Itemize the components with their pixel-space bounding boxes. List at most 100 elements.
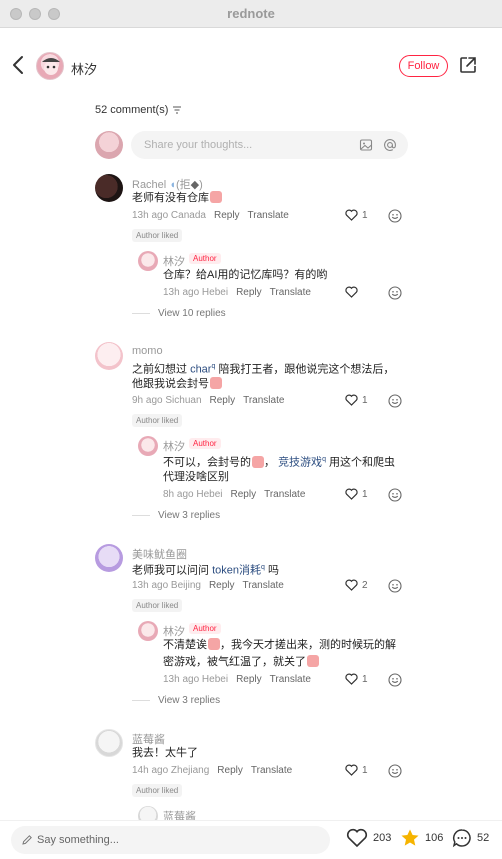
comment-username[interactable]: momo: [132, 345, 163, 357]
say-something-input[interactable]: Say something...: [11, 826, 330, 854]
reply-button[interactable]: Reply: [236, 287, 262, 298]
emoji-icon[interactable]: [388, 488, 402, 502]
heart-icon: [345, 488, 358, 500]
comment-text: 我去！太牛了: [132, 747, 198, 759]
like-count: 1: [362, 488, 368, 500]
comment-count-row[interactable]: 52 comment(s): [95, 104, 182, 116]
comment-avatar[interactable]: [95, 729, 123, 757]
reply-like-button[interactable]: 1: [345, 673, 368, 685]
translate-button[interactable]: Translate: [243, 395, 284, 406]
post-like-count: 203: [373, 832, 392, 844]
like-count: 1: [362, 209, 368, 221]
translate-button[interactable]: Translate: [251, 765, 292, 776]
comment-avatar[interactable]: [95, 342, 123, 370]
emoji-icon[interactable]: [388, 764, 402, 778]
window-titlebar: rednote: [0, 0, 502, 28]
share-thoughts-input[interactable]: Share your thoughts...: [131, 131, 408, 159]
reply-meta: 13h ago Hebei Reply Translate: [163, 287, 311, 298]
author-liked-badge: Author liked: [132, 229, 183, 242]
translate-button[interactable]: Translate: [270, 287, 311, 298]
image-icon[interactable]: [359, 138, 373, 152]
back-arrow-icon[interactable]: [10, 54, 28, 76]
emoji-icon[interactable]: [388, 673, 402, 687]
follow-button[interactable]: Follow: [399, 55, 448, 77]
heart-icon: [345, 209, 358, 221]
like-count: 1: [362, 673, 368, 685]
translate-button[interactable]: Translate: [248, 210, 289, 221]
heart-icon: [345, 579, 358, 591]
translate-button[interactable]: Translate: [270, 674, 311, 685]
comment-count: 52 comment(s): [95, 104, 169, 116]
reply-avatar[interactable]: [138, 621, 158, 641]
mention-icon[interactable]: [383, 138, 397, 152]
comment-avatar[interactable]: [95, 544, 123, 572]
reply-avatar[interactable]: [138, 251, 158, 271]
author-liked-badge: Author liked: [132, 414, 183, 427]
reply-meta: 13h ago Hebei Reply Translate: [163, 674, 311, 685]
reply-button[interactable]: Reply: [236, 674, 262, 685]
author-badge: Author: [189, 438, 221, 449]
reply-text: 仓库？给AI用的记忆库吗？有的哟: [163, 269, 328, 281]
reply-avatar[interactable]: [138, 436, 158, 456]
author-badge: Author: [189, 253, 221, 264]
like-count: 1: [362, 764, 368, 776]
author-liked-badge: Author liked: [132, 599, 183, 612]
search-link[interactable]: token消耗: [212, 565, 261, 577]
post-comment-button[interactable]: 52: [452, 828, 489, 848]
post-collect-count: 106: [425, 832, 444, 844]
reply-text: 不清楚诶 ，我今天才搓出来，测的时候玩的解: [163, 638, 396, 651]
author-liked-badge: Author liked: [132, 784, 183, 797]
bottom-action-bar: Say something... 203 106 52: [0, 820, 502, 859]
post-header: 林汐 Follow: [0, 28, 502, 104]
comment-avatar[interactable]: [95, 174, 123, 202]
author-avatar[interactable]: [36, 52, 64, 80]
comment-meta: 14h ago Zhejiang Reply Translate: [132, 765, 293, 776]
comment-bubble-icon: [452, 829, 471, 848]
comment-text: 老师我可以问问 token消耗q 吗: [132, 564, 279, 577]
view-replies-link[interactable]: View 3 replies: [132, 695, 220, 706]
sticker-icon: [307, 655, 319, 667]
share-icon[interactable]: [458, 55, 478, 75]
post-collect-button[interactable]: 106: [400, 828, 443, 848]
reply-button[interactable]: Reply: [210, 395, 236, 406]
sort-icon[interactable]: [172, 106, 182, 114]
sticker-icon: [210, 191, 222, 203]
pencil-icon: [22, 835, 32, 845]
comment-like-button[interactable]: 2: [345, 579, 368, 591]
reply-like-button[interactable]: [345, 286, 358, 298]
emoji-icon[interactable]: [388, 209, 402, 223]
search-link[interactable]: 竞技游戏: [278, 457, 322, 469]
view-replies-link[interactable]: View 3 replies: [132, 510, 220, 521]
comment-meta: 9h ago Sichuan Reply Translate: [132, 395, 285, 406]
emoji-icon[interactable]: [388, 286, 402, 300]
author-name[interactable]: 林汐: [71, 59, 97, 78]
heart-icon: [345, 764, 358, 776]
post-like-button[interactable]: 203: [346, 828, 391, 848]
heart-icon: [345, 286, 358, 298]
reply-button[interactable]: Reply: [231, 489, 257, 500]
comment-text: 老师有没有仓库: [132, 189, 222, 207]
reply-button[interactable]: Reply: [217, 765, 243, 776]
reply-like-button[interactable]: 1: [345, 488, 368, 500]
my-avatar: [95, 131, 123, 159]
translate-button[interactable]: Translate: [243, 580, 284, 591]
heart-icon: [345, 394, 358, 406]
comment-like-button[interactable]: 1: [345, 764, 368, 776]
sticker-icon: [252, 455, 264, 468]
heart-icon: [345, 673, 358, 685]
comment-meta: 13h ago Canada Reply Translate: [132, 210, 289, 221]
reply-button[interactable]: Reply: [209, 580, 235, 591]
reply-button[interactable]: Reply: [214, 210, 240, 221]
emoji-icon[interactable]: [388, 394, 402, 408]
star-icon: [401, 829, 419, 846]
comment-like-button[interactable]: 1: [345, 394, 368, 406]
emoji-icon[interactable]: [388, 579, 402, 593]
like-count: 1: [362, 394, 368, 406]
comment-like-button[interactable]: 1: [345, 209, 368, 221]
reply-text-line2: 代理没啥区别: [163, 471, 229, 483]
heart-icon: [346, 828, 368, 848]
view-replies-link[interactable]: View 10 replies: [132, 308, 226, 319]
search-link[interactable]: char: [190, 364, 211, 376]
reply-meta: 8h ago Hebei Reply Translate: [163, 489, 306, 500]
translate-button[interactable]: Translate: [264, 489, 305, 500]
